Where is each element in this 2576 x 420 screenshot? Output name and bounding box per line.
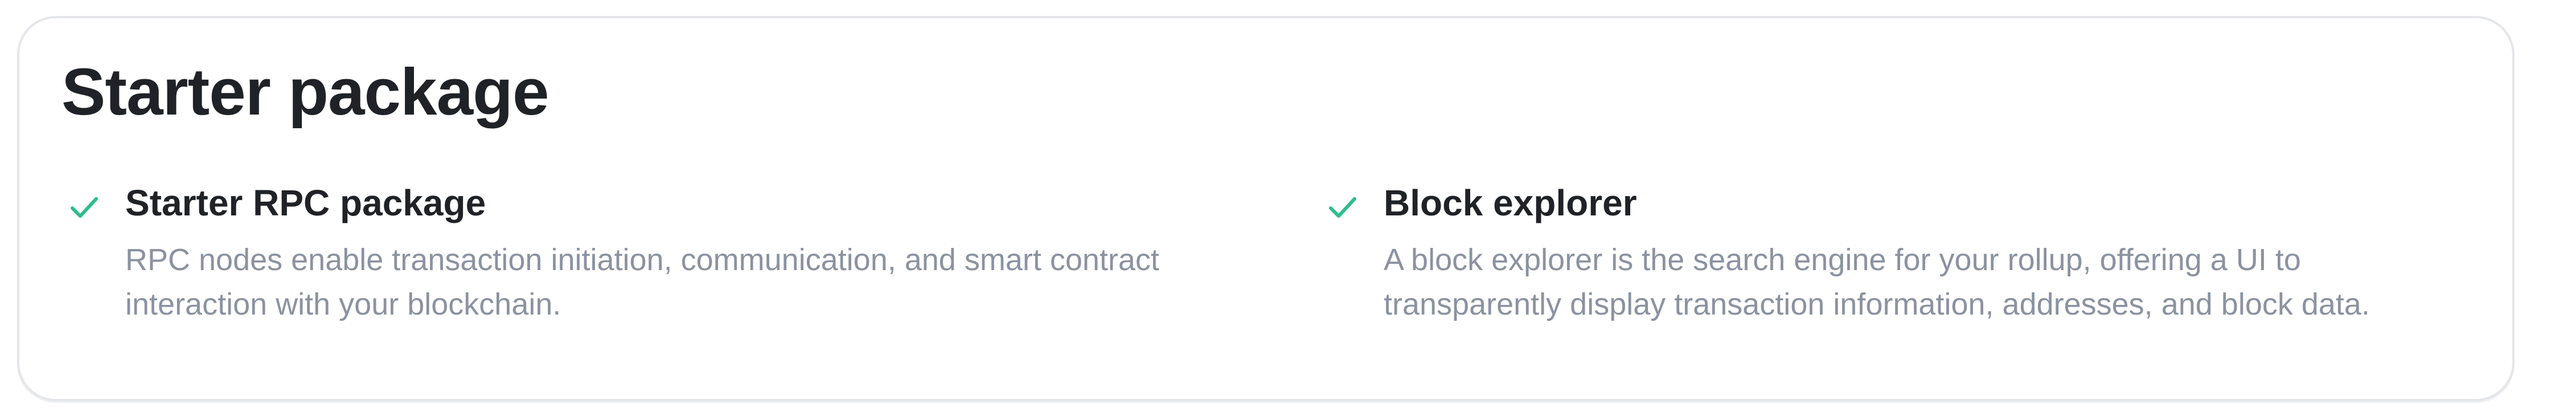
- check-icon: [1328, 197, 1357, 218]
- page: Starter package Starter RPC package RPC …: [0, 0, 2576, 420]
- feature-description-line: interaction with your blockchain.: [125, 287, 561, 321]
- check-icon: [70, 197, 99, 218]
- card-title: Starter package: [61, 55, 549, 129]
- feature-description-line: A block explorer is the search engine fo…: [1384, 242, 2301, 277]
- feature-description: A block explorer is the search engine fo…: [1384, 238, 2370, 327]
- feature-block-explorer: Block explorer A block explorer is the s…: [1327, 181, 2488, 327]
- feature-body: Starter RPC package RPC nodes enable tra…: [125, 181, 1159, 327]
- feature-description-line: RPC nodes enable transaction initiation,…: [125, 242, 1159, 277]
- feature-title: Starter RPC package: [125, 182, 486, 223]
- feature-title: Block explorer: [1384, 182, 1637, 223]
- feature-description: RPC nodes enable transaction initiation,…: [125, 238, 1159, 327]
- feature-description-line: transparently display transaction inform…: [1384, 287, 2370, 321]
- feature-starter-rpc: Starter RPC package RPC nodes enable tra…: [68, 181, 1321, 327]
- feature-body: Block explorer A block explorer is the s…: [1384, 181, 2370, 327]
